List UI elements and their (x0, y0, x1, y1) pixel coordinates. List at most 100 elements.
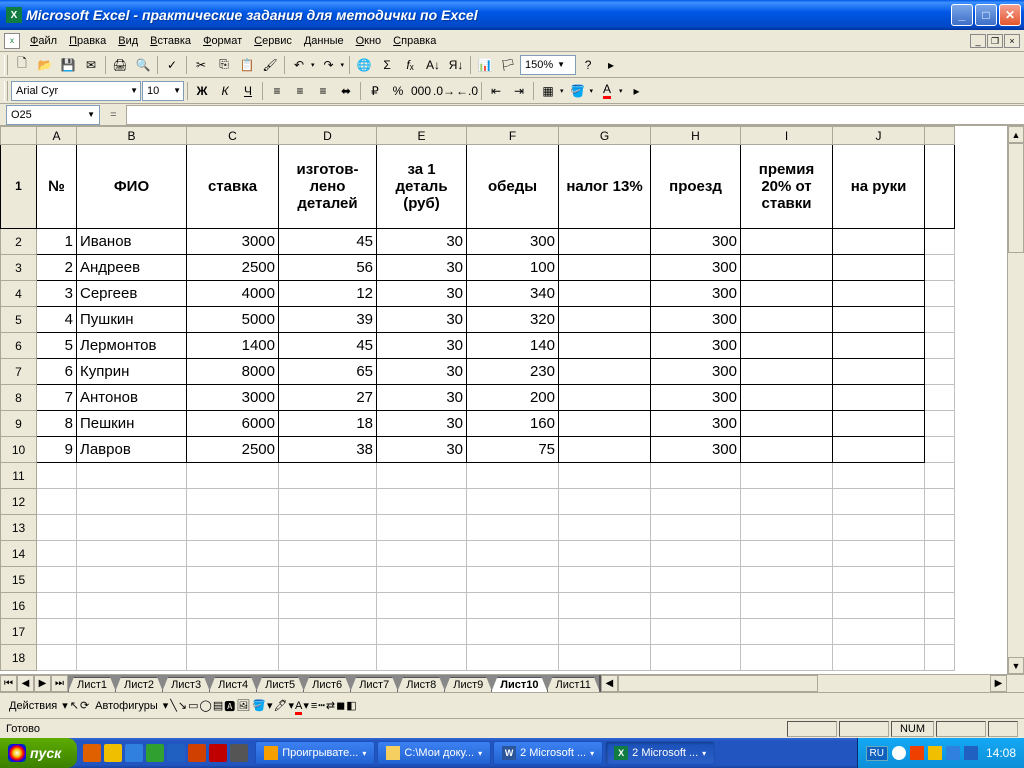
cell[interactable]: 45 (279, 333, 377, 359)
cell[interactable]: 65 (279, 359, 377, 385)
cell[interactable] (741, 567, 833, 593)
row-header-9[interactable]: 9 (1, 411, 37, 437)
cell[interactable] (377, 619, 467, 645)
cell[interactable] (279, 541, 377, 567)
header-cell[interactable]: проезд (651, 145, 741, 229)
tray-icon[interactable] (910, 746, 924, 760)
language-indicator[interactable]: RU (866, 746, 888, 761)
actions-dropdown[interactable]: ▾ (62, 699, 68, 712)
cell[interactable] (377, 567, 467, 593)
cell[interactable]: 5000 (187, 307, 279, 333)
cell[interactable] (37, 541, 77, 567)
font-name-combo[interactable]: Arial Cyr▼ (11, 81, 141, 101)
cell[interactable] (559, 515, 651, 541)
cell[interactable] (187, 515, 279, 541)
cell[interactable] (559, 281, 651, 307)
cell[interactable] (741, 593, 833, 619)
cell[interactable] (833, 541, 925, 567)
row-header-16[interactable]: 16 (1, 593, 37, 619)
cell[interactable] (559, 359, 651, 385)
cell[interactable]: 300 (651, 359, 741, 385)
cell[interactable]: 4 (37, 307, 77, 333)
row-header-15[interactable]: 15 (1, 567, 37, 593)
cell[interactable]: 2 (37, 255, 77, 281)
font-color-icon[interactable]: A (295, 700, 302, 712)
header-cell[interactable]: ставка (187, 145, 279, 229)
cell[interactable] (279, 489, 377, 515)
oval-icon[interactable]: ◯ (200, 699, 212, 712)
ql-icon[interactable] (146, 744, 164, 762)
menu-формат[interactable]: Формат (197, 33, 248, 49)
cell[interactable]: Пешкин (77, 411, 187, 437)
header-cell[interactable]: № (37, 145, 77, 229)
cell[interactable]: 1 (37, 229, 77, 255)
mdi-close-button[interactable]: × (1004, 34, 1020, 48)
line-icon[interactable]: ╲ (170, 699, 177, 712)
cell[interactable] (559, 411, 651, 437)
menu-данные[interactable]: Данные (298, 33, 350, 49)
format-painter-icon[interactable]: 🖌 (259, 54, 281, 76)
ql-icon[interactable] (209, 744, 227, 762)
cell[interactable] (833, 437, 925, 463)
scroll-up-button[interactable]: ▲ (1008, 126, 1024, 143)
currency-icon[interactable]: ₽ (364, 80, 386, 102)
document-icon[interactable]: x (4, 33, 20, 49)
menu-окно[interactable]: Окно (350, 33, 388, 49)
cell[interactable]: 30 (377, 307, 467, 333)
spreadsheet-grid[interactable]: ABCDEFGHIJ 1№ФИОставкаизготов- лено дета… (0, 126, 955, 671)
cell[interactable] (279, 567, 377, 593)
cell[interactable] (741, 229, 833, 255)
new-icon[interactable]: 🗋 (11, 54, 33, 76)
row-header-2[interactable]: 2 (1, 229, 37, 255)
drawing-actions-menu[interactable]: Действия (5, 698, 61, 714)
cell[interactable] (925, 593, 955, 619)
cell[interactable] (377, 515, 467, 541)
cell[interactable] (651, 619, 741, 645)
underline-icon[interactable]: Ч (237, 80, 259, 102)
cell[interactable] (651, 593, 741, 619)
cell[interactable] (651, 515, 741, 541)
cell[interactable]: 320 (467, 307, 559, 333)
drawing-icon[interactable]: 🏳 (497, 54, 519, 76)
cell[interactable]: 2500 (187, 255, 279, 281)
tab-nav-next[interactable]: ▶ (34, 675, 51, 692)
cell[interactable] (833, 489, 925, 515)
row-header-17[interactable]: 17 (1, 619, 37, 645)
cell[interactable] (377, 645, 467, 671)
cell[interactable] (77, 489, 187, 515)
hyperlink-icon[interactable]: 🌐 (353, 54, 375, 76)
cell[interactable] (925, 463, 955, 489)
cell[interactable]: 300 (651, 333, 741, 359)
line-color-dropdown[interactable]: ▾ (288, 699, 294, 712)
open-icon[interactable]: 📂 (34, 54, 56, 76)
cell[interactable] (377, 541, 467, 567)
cell[interactable] (77, 463, 187, 489)
cell[interactable]: 56 (279, 255, 377, 281)
cell[interactable] (925, 645, 955, 671)
sheet-tab-Лист7[interactable]: Лист7 (350, 677, 398, 692)
cell[interactable]: 4000 (187, 281, 279, 307)
cell[interactable] (559, 619, 651, 645)
line-color-icon[interactable]: 🖊 (273, 699, 287, 712)
copy-icon[interactable]: ⎘ (213, 54, 235, 76)
cell[interactable] (467, 645, 559, 671)
row-header-8[interactable]: 8 (1, 385, 37, 411)
email-icon[interactable]: ✉ (80, 54, 102, 76)
cell[interactable]: 6 (37, 359, 77, 385)
sheet-tab-Лист4[interactable]: Лист4 (209, 677, 257, 692)
cell[interactable] (559, 645, 651, 671)
cell[interactable] (187, 567, 279, 593)
paste-icon[interactable]: 📋 (236, 54, 258, 76)
redo-dropdown[interactable]: ▾ (339, 61, 347, 69)
cell[interactable] (925, 515, 955, 541)
header-cell[interactable]: налог 13% (559, 145, 651, 229)
taskbar-task[interactable]: W2 Microsoft ...▾ (493, 741, 603, 765)
cell[interactable] (833, 567, 925, 593)
borders-icon[interactable]: ▦ (537, 80, 559, 102)
cell[interactable] (559, 229, 651, 255)
cell[interactable] (559, 437, 651, 463)
col-header-G[interactable]: G (559, 127, 651, 145)
cell[interactable] (741, 489, 833, 515)
toolbar-options-icon[interactable]: ▸ (626, 80, 648, 102)
cell[interactable] (559, 593, 651, 619)
